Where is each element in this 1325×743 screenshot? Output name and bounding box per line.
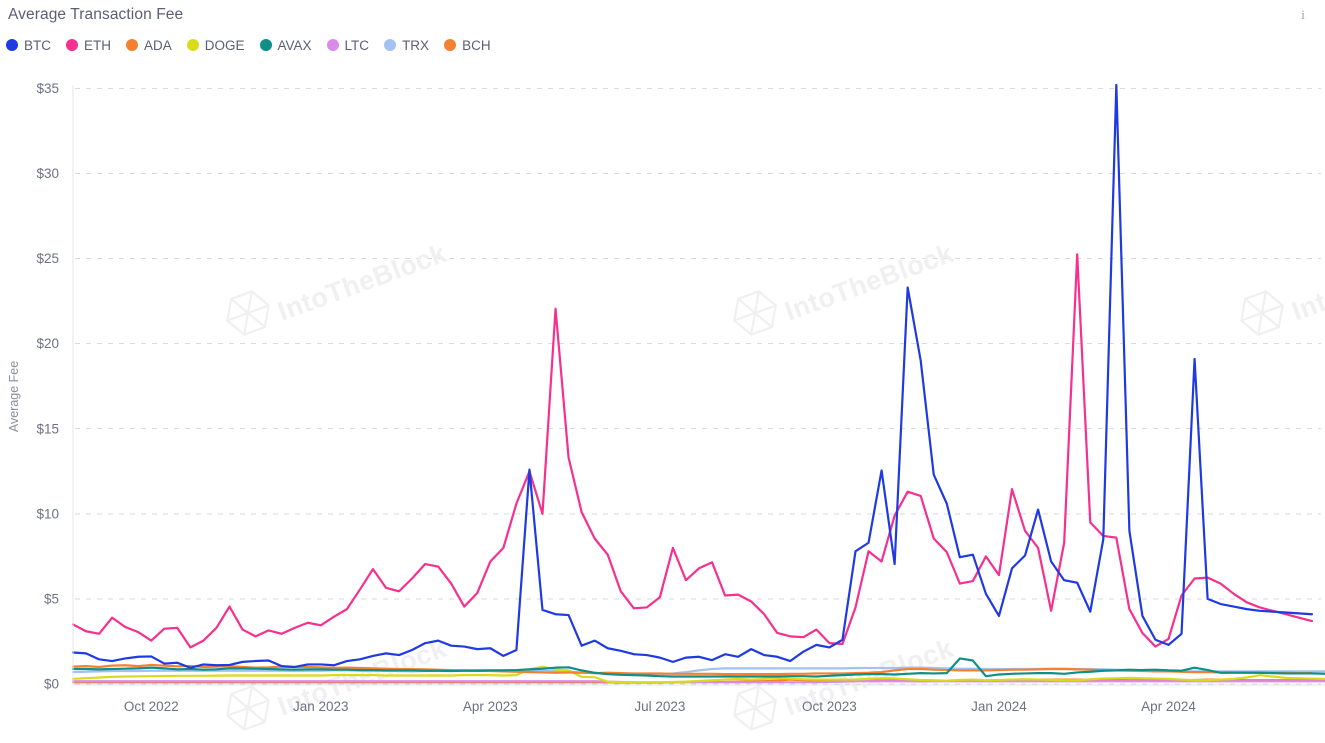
legend-swatch-ada-icon (126, 39, 138, 51)
legend-swatch-eth-icon (66, 39, 78, 51)
chart-legend: BTC ETH ADA DOGE AVAX LTC TRX BCH (6, 36, 506, 54)
x-axis-tick-label: Oct 2023 (802, 699, 857, 714)
legend-label: LTC (344, 37, 370, 53)
y-axis-tick-label: $25 (36, 251, 59, 266)
legend-item-bch[interactable]: BCH (444, 38, 491, 53)
legend-item-eth[interactable]: ETH (66, 38, 111, 53)
legend-swatch-btc-icon (6, 39, 18, 51)
x-axis-tick-label: Oct 2022 (124, 699, 179, 714)
intotheblock-logo-icon (226, 290, 270, 336)
x-axis-tick-label: Jan 2024 (971, 699, 1027, 714)
legend-label: BTC (24, 37, 51, 53)
legend-item-ada[interactable]: ADA (126, 38, 172, 53)
x-axis-tick-label: Apr 2023 (463, 699, 518, 714)
y-axis-title: Average Fee (7, 361, 21, 432)
y-axis-tick-label: $35 (36, 81, 59, 96)
legend-label: TRX (402, 37, 430, 53)
intotheblock-logo-icon (226, 685, 270, 731)
legend-swatch-bch-icon (444, 39, 457, 51)
legend-item-btc[interactable]: BTC (6, 38, 51, 53)
legend-label: AVAX (277, 37, 312, 53)
intotheblock-logo-icon (733, 290, 777, 336)
y-axis-tick-label: $20 (36, 336, 59, 351)
watermark-label: IntoTheBlock (274, 238, 451, 327)
y-axis-tick-label: $30 (36, 166, 59, 181)
legend-swatch-ltc-icon (326, 39, 339, 51)
legend-swatch-doge-icon (186, 39, 199, 51)
intotheblock-logo-icon (733, 685, 777, 731)
average-transaction-fee-chart-widget: Average Transaction Fee i BTC ETH ADA DOGE A… (0, 0, 1325, 743)
intotheblock-watermark: IntoTheBlock (1240, 238, 1325, 336)
legend-item-ltc[interactable]: LTC (326, 37, 370, 53)
legend-label: DOGE (204, 37, 245, 53)
intotheblock-logo-icon (1240, 290, 1284, 336)
y-axis-tick-label: $15 (36, 421, 59, 436)
watermark-label: IntoTheBlock (1288, 238, 1325, 327)
legend-item-avax[interactable]: AVAX (259, 37, 312, 53)
y-axis-tick-label: $5 (44, 591, 59, 606)
intotheblock-watermark: IntoTheBlock (226, 238, 451, 336)
page-title: Average Transaction Fee (8, 6, 184, 23)
info-icon[interactable]: i (1295, 6, 1311, 24)
series-line-btc (71, 83, 1314, 669)
legend-swatch-trx-icon (384, 39, 397, 51)
legend-swatch-avax-icon (259, 39, 272, 51)
y-axis-tick-label: $0 (44, 677, 59, 692)
x-axis-tick-label: Apr 2024 (1141, 699, 1196, 714)
intotheblock-watermark: IntoTheBlock (733, 238, 958, 336)
x-axis-tick-label: Jan 2023 (293, 699, 349, 714)
legend-item-trx[interactable]: TRX (384, 38, 429, 53)
legend-label: ETH (84, 37, 111, 53)
chart-plot-area: $0 $5 $10 $15 $20 $25 $30 $35 IntoTheBlock IntoTh… (0, 58, 1325, 743)
legend-item-doge[interactable]: DOGE (186, 37, 245, 53)
line-chart-svg[interactable]: $0 $5 $10 $15 $20 $25 $30 $35 IntoTheBlock IntoTh… (0, 58, 1325, 743)
legend-label: BCH (462, 37, 491, 53)
legend-label: ADA (144, 37, 172, 53)
watermark-label: IntoTheBlock (781, 238, 958, 327)
x-axis-tick-label: Jul 2023 (634, 699, 685, 714)
y-axis-tick-label: $10 (36, 506, 59, 521)
